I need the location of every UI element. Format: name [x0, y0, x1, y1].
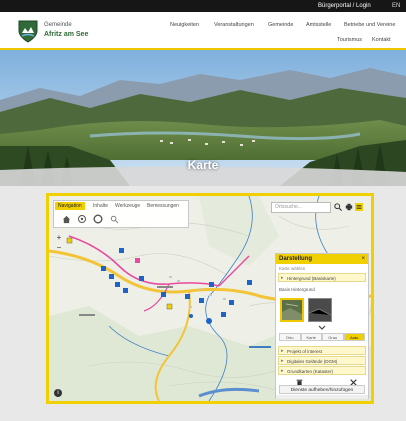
segment-auto[interactable]: Auto [343, 333, 365, 341]
segment-karte[interactable]: Karte [300, 333, 322, 341]
basemap-segmented-control: Orto Karte Grau Auto [279, 333, 365, 341]
language-link[interactable]: EN [392, 2, 400, 10]
display-panel: Darstellung × Karte wählen Hintergrund (… [275, 253, 369, 399]
panel-subtitle: Karte wählen [279, 266, 306, 271]
tab-werkzeuge[interactable]: Werkzeuge [112, 202, 143, 210]
basemap-orto-thumbnail[interactable] [280, 298, 304, 322]
segment-orto[interactable]: Orto [279, 333, 301, 341]
panel-title: Darstellung [276, 254, 368, 264]
panel-close-icon[interactable]: × [361, 254, 365, 264]
layer-row-1[interactable]: Projekt of interest [278, 346, 366, 356]
coat-of-arms-icon[interactable] [16, 19, 40, 43]
top-bar: Bürgerportal / Login EN [0, 0, 406, 12]
layer-row-2[interactable]: Digitales Gelände (DGM) [278, 356, 366, 366]
circle-icon[interactable] [92, 213, 104, 225]
map-frame: Navigation Inhalte Werkzeuge Bemessungen… [46, 193, 374, 404]
search-placeholder: Ortssuche... [275, 204, 302, 210]
layer-row-3[interactable]: Grundkarten (Kataster) [278, 366, 366, 376]
nav-neuigkeiten[interactable]: Neuigkeiten [170, 22, 199, 28]
manage-services-button[interactable]: Dienste aufheben/hinzufügen [279, 385, 365, 394]
search-icon[interactable] [333, 201, 343, 213]
map-view[interactable]: Navigation Inhalte Werkzeuge Bemessungen… [49, 196, 371, 401]
background-row[interactable]: Hintergrund (Basiskarte) [278, 273, 366, 283]
print-icon[interactable] [344, 201, 353, 213]
basemap-dark-thumbnail[interactable] [308, 298, 332, 322]
home-icon[interactable] [60, 213, 72, 225]
hero-banner: Karte [0, 50, 406, 186]
page-title: Karte [187, 158, 219, 172]
search-small-icon[interactable] [108, 213, 120, 225]
chevron-down-icon[interactable] [318, 325, 326, 333]
menu-icon[interactable] [354, 201, 363, 213]
logo-line-2: Afritz am See [44, 31, 89, 38]
nav-veranstaltungen[interactable]: Veranstaltungen [214, 22, 254, 28]
nav-tourismus[interactable]: Tourismus [337, 37, 362, 43]
nav-amtsstelle[interactable]: Amtsstelle [306, 22, 331, 28]
map-toolbar: Navigation Inhalte Werkzeuge Bemessungen [53, 200, 189, 228]
map-search-input[interactable]: Ortssuche... [271, 202, 331, 213]
tab-navigation[interactable]: Navigation [55, 202, 85, 210]
panel-footer [276, 395, 368, 399]
segment-grau[interactable]: Grau [322, 333, 344, 341]
login-link[interactable]: Bürgerportal / Login [318, 2, 371, 10]
nav-betriebe-vereine[interactable]: Betriebe und Vereine [344, 22, 395, 28]
zoom-out-button[interactable]: − [55, 244, 63, 252]
site-header: Gemeinde Afritz am See Neuigkeiten Veran… [0, 12, 406, 48]
logo-line-1: Gemeinde [44, 22, 72, 28]
locate-icon[interactable] [76, 213, 88, 225]
nav-gemeinde[interactable]: Gemeinde [268, 22, 293, 28]
zoom-in-button[interactable]: + [55, 234, 63, 242]
tab-inhalte[interactable]: Inhalte [90, 202, 111, 210]
info-icon[interactable]: i [54, 389, 62, 397]
site-logo-text[interactable]: Gemeinde Afritz am See [44, 21, 88, 39]
tab-bemessungen[interactable]: Bemessungen [144, 202, 182, 210]
transparency-label: Basis Hintergrund [279, 287, 315, 292]
nav-kontakt[interactable]: Kontakt [372, 37, 391, 43]
